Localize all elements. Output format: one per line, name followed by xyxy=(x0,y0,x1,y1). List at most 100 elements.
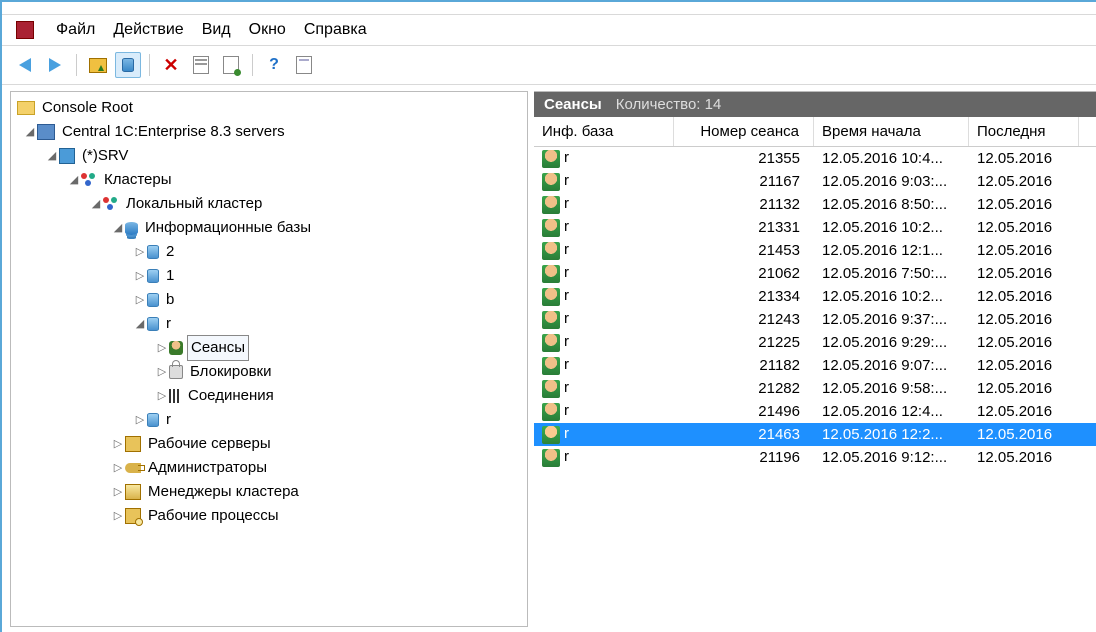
expand-icon[interactable]: ▷ xyxy=(155,384,169,408)
tree-sessions[interactable]: ▷ Сеансы xyxy=(13,336,525,360)
col-infobase[interactable]: Инф. база xyxy=(534,117,674,146)
table-row[interactable]: r2146312.05.2016 12:2...12.05.2016 xyxy=(534,423,1096,446)
table-row[interactable]: r2119612.05.2016 9:12:...12.05.2016 xyxy=(534,446,1096,469)
forward-button[interactable] xyxy=(42,52,68,78)
app-icon xyxy=(16,21,34,39)
table-row[interactable]: r2135512.05.2016 10:4...12.05.2016 xyxy=(534,147,1096,170)
expand-icon[interactable]: ▷ xyxy=(133,240,147,264)
sessions-icon xyxy=(169,341,183,355)
toolbar: ✕ ? xyxy=(2,45,1096,85)
table-row[interactable]: r2122512.05.2016 9:29:...12.05.2016 xyxy=(534,331,1096,354)
export-icon xyxy=(223,56,239,74)
collapse-icon[interactable]: ◢ xyxy=(133,312,147,336)
menu-help[interactable]: Справка xyxy=(304,21,367,39)
user-icon xyxy=(542,426,560,444)
expand-icon[interactable]: ▷ xyxy=(111,504,125,528)
tree-db[interactable]: ▷r xyxy=(13,408,525,432)
tree-pane[interactable]: Console Root ◢Central 1C:Enterprise 8.3 … xyxy=(10,91,528,627)
managers-icon xyxy=(125,484,141,500)
menu-action[interactable]: Действие xyxy=(113,21,183,39)
tree-admins[interactable]: ▷ Администраторы xyxy=(13,456,525,480)
delete-button[interactable]: ✕ xyxy=(158,52,184,78)
user-icon xyxy=(542,196,560,214)
arrow-left-icon xyxy=(19,58,31,72)
expand-icon[interactable]: ▷ xyxy=(111,432,125,456)
tree-label: 2 xyxy=(163,240,177,264)
connections-icon xyxy=(169,389,181,403)
table-row[interactable]: r2128212.05.2016 9:58:...12.05.2016 xyxy=(534,377,1096,400)
expand-icon[interactable]: ▷ xyxy=(155,336,169,360)
tree-workservers[interactable]: ▷Рабочие серверы xyxy=(13,432,525,456)
expand-icon[interactable]: ▷ xyxy=(111,456,125,480)
menu-window[interactable]: Окно xyxy=(249,21,286,39)
up-button[interactable] xyxy=(85,52,111,78)
tree-label-selected: Сеансы xyxy=(187,335,249,361)
table-row[interactable]: r2106212.05.2016 7:50:...12.05.2016 xyxy=(534,262,1096,285)
table-row[interactable]: r2133412.05.2016 10:2...12.05.2016 xyxy=(534,285,1096,308)
grid-rows[interactable]: r2135512.05.2016 10:4...12.05.2016r21167… xyxy=(534,147,1096,627)
tree-processes[interactable]: ▷Рабочие процессы xyxy=(13,504,525,528)
properties-button[interactable] xyxy=(188,52,214,78)
menu-view[interactable]: Вид xyxy=(202,21,231,39)
separator xyxy=(252,54,253,76)
list-header: Сеансы Количество: 14 xyxy=(534,92,1096,117)
table-row[interactable]: r2116712.05.2016 9:03:...12.05.2016 xyxy=(534,170,1096,193)
grid-header: Инф. база Номер сеанса Время начала Посл… xyxy=(534,117,1096,147)
user-icon xyxy=(542,357,560,375)
tree-locks[interactable]: ▷Блокировки xyxy=(13,360,525,384)
tree-srv[interactable]: ◢(*)SRV xyxy=(13,144,525,168)
col-session-num[interactable]: Номер сеанса xyxy=(674,117,814,146)
options-button[interactable] xyxy=(291,52,317,78)
tree-managers[interactable]: ▷Менеджеры кластера xyxy=(13,480,525,504)
tree-label: b xyxy=(163,288,177,312)
tree-infobases[interactable]: ◢Информационные базы xyxy=(13,216,525,240)
col-start-time[interactable]: Время начала xyxy=(814,117,969,146)
expand-icon[interactable]: ▷ xyxy=(133,288,147,312)
tree-db[interactable]: ▷1 xyxy=(13,264,525,288)
expand-icon[interactable]: ▷ xyxy=(155,360,169,384)
collapse-icon[interactable]: ◢ xyxy=(67,168,81,192)
collapse-icon[interactable]: ◢ xyxy=(111,216,125,240)
table-row[interactable]: r2145312.05.2016 12:1...12.05.2016 xyxy=(534,239,1096,262)
tree-root[interactable]: Console Root xyxy=(13,96,525,120)
table-row[interactable]: r2149612.05.2016 12:4...12.05.2016 xyxy=(534,400,1096,423)
tree-db-r[interactable]: ◢r xyxy=(13,312,525,336)
tree-local-cluster[interactable]: ◢Локальный кластер xyxy=(13,192,525,216)
expand-icon[interactable]: ▷ xyxy=(133,264,147,288)
tree-db[interactable]: ▷2 xyxy=(13,240,525,264)
expand-icon[interactable]: ▷ xyxy=(133,408,147,432)
collapse-icon[interactable]: ◢ xyxy=(23,120,37,144)
tree-label: Console Root xyxy=(39,96,136,120)
expand-icon[interactable]: ▷ xyxy=(111,480,125,504)
show-tree-button[interactable] xyxy=(115,52,141,78)
table-row[interactable]: r2133112.05.2016 10:2...12.05.2016 xyxy=(534,216,1096,239)
clusters-icon xyxy=(81,173,97,187)
table-row[interactable]: r2118212.05.2016 9:07:...12.05.2016 xyxy=(534,354,1096,377)
tree-label: r xyxy=(163,312,174,336)
app-window: Файл Действие Вид Окно Справка ✕ ? Conso… xyxy=(0,0,1096,632)
database-icon xyxy=(147,317,159,331)
tree-clusters[interactable]: ◢Кластеры xyxy=(13,168,525,192)
work-servers-icon xyxy=(125,436,141,452)
tree-label: Администраторы xyxy=(145,456,270,480)
col-last[interactable]: Последня xyxy=(969,117,1079,146)
table-row[interactable]: r2124312.05.2016 9:37:...12.05.2016 xyxy=(534,308,1096,331)
table-row[interactable]: r2113212.05.2016 8:50:...12.05.2016 xyxy=(534,193,1096,216)
export-button[interactable] xyxy=(218,52,244,78)
delete-x-icon: ✕ xyxy=(163,55,178,76)
tree-central[interactable]: ◢Central 1C:Enterprise 8.3 servers xyxy=(13,120,525,144)
back-button[interactable] xyxy=(12,52,38,78)
tree-connections[interactable]: ▷Соединения xyxy=(13,384,525,408)
user-icon xyxy=(542,173,560,191)
titlebar xyxy=(2,2,1096,15)
separator xyxy=(149,54,150,76)
database-icon xyxy=(147,245,159,259)
options-icon xyxy=(296,56,312,74)
collapse-icon[interactable]: ◢ xyxy=(89,192,103,216)
collapse-icon[interactable]: ◢ xyxy=(45,144,59,168)
list-pane: Сеансы Количество: 14 Инф. база Номер се… xyxy=(534,91,1096,627)
lock-icon xyxy=(169,365,183,379)
help-button[interactable]: ? xyxy=(261,52,287,78)
menu-file[interactable]: Файл xyxy=(56,21,95,39)
tree-db[interactable]: ▷b xyxy=(13,288,525,312)
